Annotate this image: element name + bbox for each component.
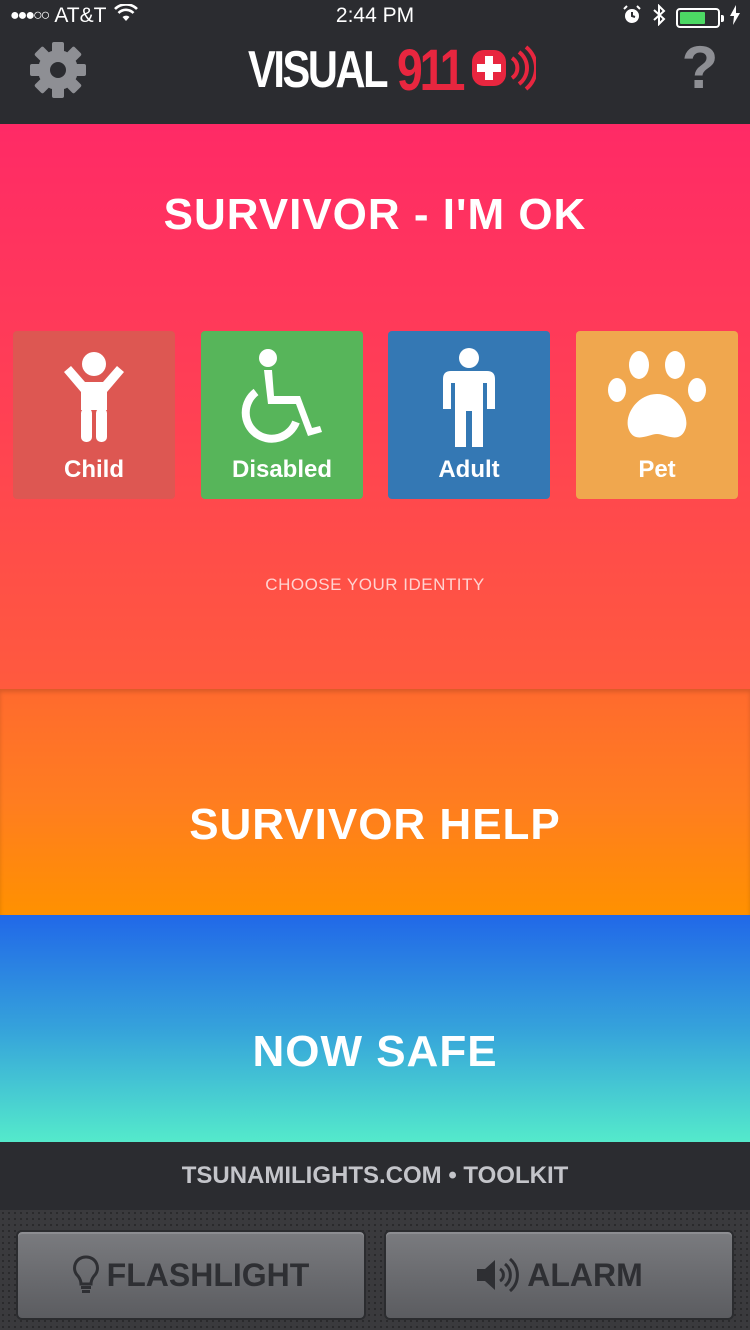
identity-tile-disabled[interactable]: Disabled <box>201 331 363 499</box>
toolkit-link[interactable]: TSUNAMILIGHTS.COM • TOOLKIT <box>0 1142 750 1210</box>
app-header: ●●●○○ AT&T 2:44 PM VISUAL 911 ? <box>0 0 750 124</box>
choose-identity-text: CHOOSE YOUR IDENTITY <box>265 575 485 594</box>
settings-gear-icon[interactable] <box>28 40 88 100</box>
adult-icon <box>388 343 550 453</box>
status-bar: ●●●○○ AT&T 2:44 PM <box>0 0 750 32</box>
visual911-logo: VISUAL 911 <box>248 38 539 103</box>
identity-tile-pet[interactable]: Pet <box>576 331 738 499</box>
identity-label: Disabled <box>231 456 333 483</box>
bottom-toolbar: FLASHLIGHT ALARM <box>0 1210 750 1330</box>
charging-icon <box>730 5 740 31</box>
speaker-icon <box>475 1257 520 1293</box>
survivor-help-title: SURVIVOR HELP <box>189 800 561 849</box>
logo-cross-icon <box>470 42 539 99</box>
identity-label: Child <box>64 456 124 483</box>
logo-text: VISUAL <box>248 41 389 99</box>
alarm-button[interactable]: ALARM <box>384 1230 734 1320</box>
identity-label: Pet <box>638 456 676 483</box>
help-button[interactable]: ? <box>680 38 720 98</box>
alarm-label: ALARM <box>527 1256 643 1293</box>
identity-tile-adult[interactable]: Adult <box>388 331 550 499</box>
flashlight-button[interactable]: FLASHLIGHT <box>16 1230 366 1320</box>
identity-tiles: Child Disabled Adult Pet <box>13 331 738 501</box>
now-safe-title: NOW SAFE <box>252 1027 498 1076</box>
survivor-ok-title: SURVIVOR - I'M OK <box>163 190 587 239</box>
battery-icon <box>676 8 724 28</box>
logo-number: 911 <box>396 37 465 103</box>
flashlight-label: FLASHLIGHT <box>106 1256 310 1293</box>
alarm-clock-icon <box>622 5 642 31</box>
bluetooth-icon <box>652 3 666 32</box>
wheelchair-icon <box>201 343 363 453</box>
identity-tile-child[interactable]: Child <box>13 331 175 499</box>
identity-label: Adult <box>438 456 500 483</box>
lightbulb-icon <box>72 1255 99 1295</box>
paw-icon <box>576 343 738 453</box>
child-icon <box>13 343 175 453</box>
